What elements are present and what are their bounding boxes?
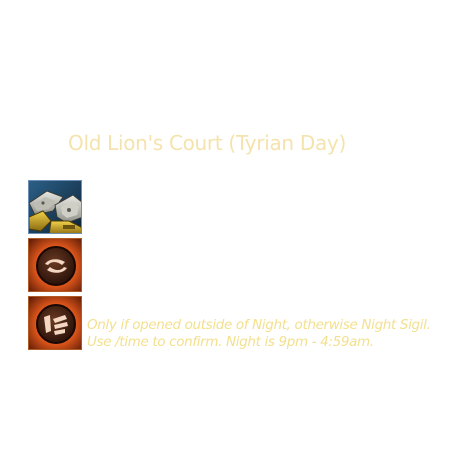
tooltip-title: Old Lion's Court (Tyrian Day) bbox=[68, 131, 346, 155]
swirl-sigil-icon bbox=[29, 239, 81, 291]
note-line-2: Use /time to confirm. Night is 9pm - 4:5… bbox=[87, 334, 374, 350]
claw-sigil-slot[interactable] bbox=[28, 296, 82, 350]
claw-sigil-icon bbox=[29, 297, 81, 349]
swirl-sigil-slot[interactable] bbox=[28, 238, 82, 292]
note-line-1: Only if opened outside of Night, otherwi… bbox=[87, 317, 431, 333]
tooltip-note: Only if opened outside of Night, otherwi… bbox=[87, 317, 431, 351]
armor-pieces-icon bbox=[29, 181, 81, 233]
armor-pieces-slot[interactable] bbox=[28, 180, 82, 234]
